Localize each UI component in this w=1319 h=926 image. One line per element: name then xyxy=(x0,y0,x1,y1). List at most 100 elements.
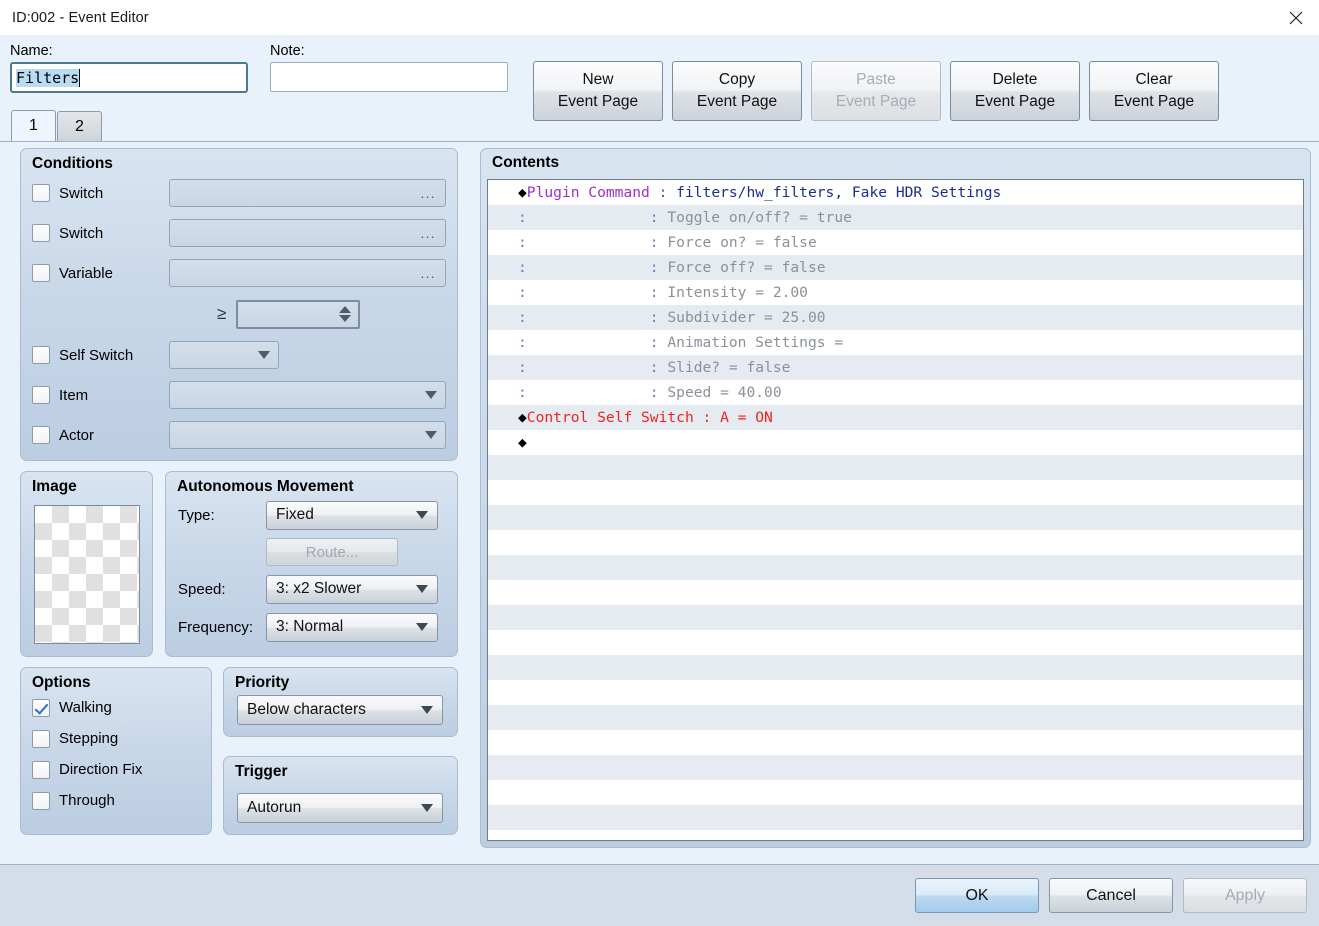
option-through-checkbox[interactable] xyxy=(32,791,50,810)
note-input[interactable] xyxy=(270,62,508,92)
spinner-up-icon[interactable] xyxy=(339,306,352,313)
name-input[interactable]: Filters xyxy=(10,62,248,93)
contents-row[interactable]: ◆ Control Self Switch : A = ON xyxy=(488,405,1303,430)
chevron-down-icon xyxy=(416,511,428,519)
contents-row[interactable] xyxy=(488,705,1303,730)
condition-switch-2-checkbox[interactable] xyxy=(32,224,50,242)
contents-row[interactable]: : : Speed = 40.00 xyxy=(488,380,1303,405)
autonomous-movement-panel: Autonomous Movement Type: Fixed Route...… xyxy=(165,471,458,657)
contents-row[interactable]: : : Animation Settings = xyxy=(488,330,1303,355)
contents-row[interactable]: : : Force on? = false xyxy=(488,230,1303,255)
contents-row[interactable] xyxy=(488,455,1303,480)
contents-row[interactable] xyxy=(488,655,1303,680)
condition-actor-label: Actor xyxy=(59,426,95,444)
condition-variable-field[interactable]: ... xyxy=(169,259,446,287)
condition-actor-dropdown[interactable] xyxy=(169,421,446,449)
contents-param-text: Speed = 40.00 xyxy=(658,384,782,401)
right-column: Contents ◆ Plugin Command : filters/hw_fi… xyxy=(480,148,1311,860)
copy-event-page-button[interactable]: Copy Event Page xyxy=(672,61,802,121)
option-row-through: Through xyxy=(21,785,211,816)
condition-switch-1-field[interactable]: ... xyxy=(169,179,446,207)
movement-type-dropdown[interactable]: Fixed xyxy=(266,500,438,530)
chevron-down-icon xyxy=(425,391,437,399)
option-stepping-checkbox[interactable] xyxy=(32,729,50,748)
contents-row[interactable]: : : Intensity = 2.00 xyxy=(488,280,1303,305)
contents-row[interactable] xyxy=(488,630,1303,655)
contents-separator: : xyxy=(649,284,659,301)
chevron-down-icon xyxy=(416,623,428,631)
contents-param-marker: : xyxy=(518,259,650,276)
condition-switch-1-checkbox[interactable] xyxy=(32,184,50,202)
contents-row[interactable] xyxy=(488,580,1303,605)
paste-event-page-line1: Paste xyxy=(856,70,896,88)
new-event-page-line1: New xyxy=(582,70,614,88)
contents-row[interactable] xyxy=(488,755,1303,780)
condition-item-checkbox[interactable] xyxy=(32,386,50,404)
priority-dropdown[interactable]: Below characters xyxy=(237,695,443,725)
conditions-panel: Conditions Switch ... Switch ... Variabl… xyxy=(20,148,458,461)
contents-row[interactable] xyxy=(488,805,1303,830)
movement-speed-row: Speed: 3: x2 Slower xyxy=(166,570,457,608)
contents-param-marker: : xyxy=(518,384,650,401)
contents-row[interactable] xyxy=(488,555,1303,580)
condition-item-dropdown[interactable] xyxy=(169,381,446,409)
contents-param-text: Intensity = 2.00 xyxy=(658,284,808,301)
contents-row[interactable] xyxy=(488,680,1303,705)
condition-variable-checkbox[interactable] xyxy=(32,264,50,282)
name-input-value: Filters xyxy=(16,68,80,87)
option-row-direction-fix: Direction Fix xyxy=(21,754,211,785)
contents-row[interactable] xyxy=(488,505,1303,530)
contents-list[interactable]: ◆ Plugin Command : filters/hw_filters, Fa… xyxy=(487,179,1304,841)
option-stepping-label: Stepping xyxy=(59,730,119,747)
contents-row[interactable]: ◆ Plugin Command : filters/hw_filters, Fa… xyxy=(488,180,1303,205)
contents-command-value: A = ON xyxy=(720,409,773,426)
condition-actor-checkbox[interactable] xyxy=(32,426,50,444)
condition-variable-value-spinner[interactable] xyxy=(236,299,361,329)
trigger-dropdown[interactable]: Autorun xyxy=(237,793,443,823)
condition-self-switch-checkbox[interactable] xyxy=(32,346,50,364)
condition-self-switch-dropdown[interactable] xyxy=(169,341,279,369)
contents-separator: : xyxy=(649,384,659,401)
tab-page-1[interactable]: 1 xyxy=(11,110,56,141)
copy-event-page-line2: Event Page xyxy=(696,93,778,110)
condition-variable-compare-row: ≥ xyxy=(21,293,457,335)
tab-page-2[interactable]: 2 xyxy=(57,111,102,141)
delete-event-page-button[interactable]: Delete Event Page xyxy=(950,61,1080,121)
movement-type-row: Type: Fixed xyxy=(166,496,457,534)
clear-event-page-button[interactable]: Clear Event Page xyxy=(1089,61,1219,121)
contents-row[interactable] xyxy=(488,605,1303,630)
image-panel: Image xyxy=(20,471,153,657)
cancel-button[interactable]: Cancel xyxy=(1049,878,1173,913)
movement-frequency-row: Frequency: 3: Normal xyxy=(166,608,457,646)
diamond-icon: ◆ xyxy=(518,409,527,426)
contents-row[interactable] xyxy=(488,780,1303,805)
contents-row[interactable]: : : Subdivider = 25.00 xyxy=(488,305,1303,330)
paste-event-page-button: Paste Event Page xyxy=(811,61,941,121)
title-bar: ID:002 - Event Editor xyxy=(0,0,1319,35)
close-icon[interactable] xyxy=(1273,0,1319,35)
contents-param-marker: : xyxy=(518,234,650,251)
spinner-down-icon[interactable] xyxy=(339,315,352,322)
contents-row[interactable] xyxy=(488,730,1303,755)
contents-param-marker: : xyxy=(518,309,650,326)
dialog-footer: OK Cancel Apply xyxy=(0,864,1319,926)
new-event-page-button[interactable]: New Event Page xyxy=(533,61,663,121)
condition-switch-2-field[interactable]: ... xyxy=(169,219,446,247)
contents-separator: : xyxy=(649,259,659,276)
movement-frequency-dropdown[interactable]: 3: Normal xyxy=(266,612,438,642)
contents-row[interactable] xyxy=(488,480,1303,505)
contents-row[interactable]: : : Toggle on/off? = true xyxy=(488,205,1303,230)
priority-value: Below characters xyxy=(247,701,366,718)
contents-row[interactable]: ◆ xyxy=(488,430,1303,455)
contents-row[interactable] xyxy=(488,530,1303,555)
image-preview[interactable] xyxy=(34,505,140,644)
movement-speed-dropdown[interactable]: 3: x2 Slower xyxy=(266,574,438,604)
contents-row[interactable]: : : Slide? = false xyxy=(488,355,1303,380)
option-direction-fix-checkbox[interactable] xyxy=(32,760,50,779)
ok-button[interactable]: OK xyxy=(915,878,1039,913)
option-walking-checkbox[interactable] xyxy=(32,698,50,717)
spinner-arrows[interactable] xyxy=(339,306,352,322)
option-direction-fix-label: Direction Fix xyxy=(59,761,143,778)
trigger-title: Trigger xyxy=(235,763,288,780)
contents-row[interactable]: : : Force off? = false xyxy=(488,255,1303,280)
